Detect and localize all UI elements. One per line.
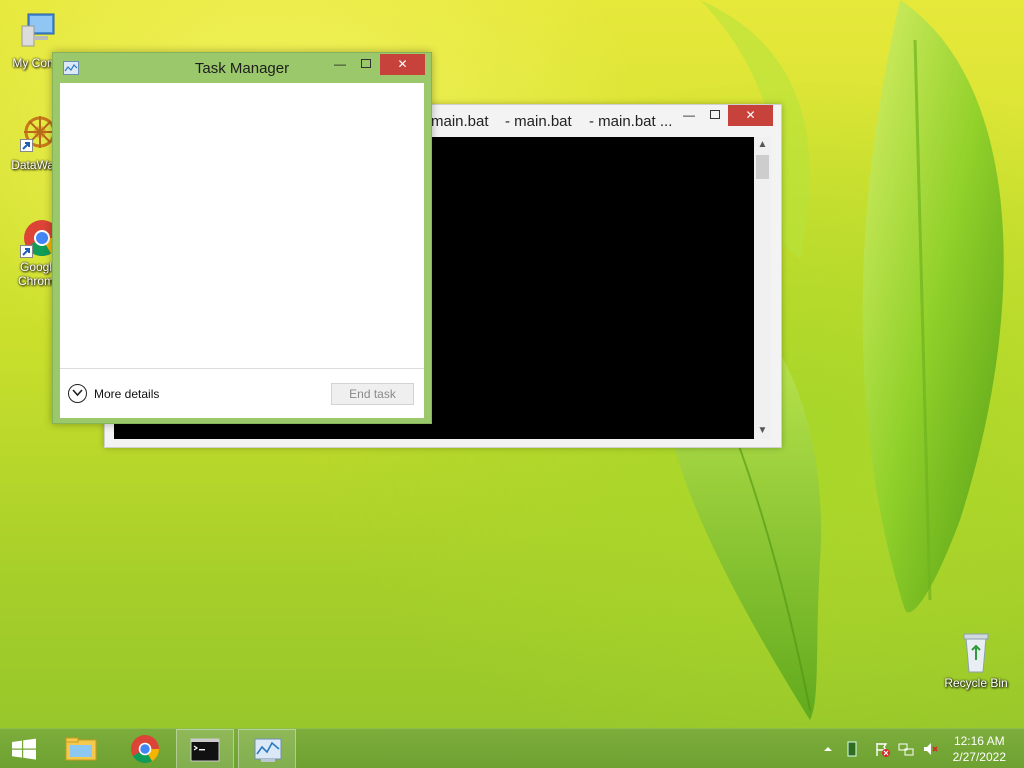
taskbar: 12:16 AM 2/27/2022 bbox=[0, 728, 1024, 768]
taskbar-chrome[interactable] bbox=[120, 729, 170, 768]
volume-muted-icon[interactable] bbox=[922, 741, 938, 757]
taskbar-clock[interactable]: 12:16 AM 2/27/2022 bbox=[953, 733, 1006, 765]
scroll-up-icon[interactable]: ▲ bbox=[754, 137, 771, 153]
taskbar-task-manager[interactable] bbox=[238, 729, 296, 768]
console-title-segment: - main.bat ... bbox=[589, 113, 673, 130]
process-list[interactable] bbox=[60, 83, 424, 368]
desktop-icon-recycle-bin[interactable]: Recycle Bin bbox=[942, 630, 1010, 690]
chevron-down-icon bbox=[68, 384, 87, 403]
task-manager-icon bbox=[254, 738, 282, 762]
minimize-button[interactable]: — bbox=[327, 54, 353, 75]
close-button[interactable]: ✕ bbox=[380, 54, 425, 75]
end-task-button[interactable]: End task bbox=[331, 383, 414, 405]
desktop-icon-label: Recycle Bin bbox=[944, 676, 1008, 690]
console-title-segment: main.bat bbox=[431, 113, 489, 130]
network-icon[interactable] bbox=[898, 741, 914, 757]
computer-icon bbox=[16, 10, 60, 54]
maximize-button[interactable] bbox=[353, 54, 379, 75]
start-button[interactable] bbox=[0, 729, 48, 768]
file-explorer-icon bbox=[65, 737, 97, 761]
taskbar-command-prompt[interactable] bbox=[176, 729, 234, 768]
shortcut-arrow-icon bbox=[20, 245, 33, 258]
task-manager-content: More details End task bbox=[60, 83, 424, 418]
command-prompt-icon bbox=[190, 738, 220, 762]
action-center-flag-icon[interactable] bbox=[874, 741, 890, 757]
chrome-icon bbox=[131, 735, 159, 763]
close-button[interactable]: ✕ bbox=[728, 105, 773, 126]
clock-date: 2/27/2022 bbox=[952, 750, 1006, 764]
taskbar-file-explorer[interactable] bbox=[56, 729, 106, 768]
maximize-icon bbox=[361, 59, 371, 68]
vertical-scrollbar[interactable]: ▲ ▼ bbox=[754, 137, 771, 439]
windows-logo-icon bbox=[12, 738, 36, 760]
shortcut-arrow-icon bbox=[20, 139, 33, 152]
battery-icon[interactable] bbox=[844, 741, 860, 757]
minimize-button[interactable]: — bbox=[676, 105, 702, 126]
show-hidden-icons-arrow-icon[interactable] bbox=[820, 741, 836, 757]
clock-time: 12:16 AM bbox=[953, 734, 1005, 748]
scrollbar-thumb[interactable] bbox=[756, 155, 769, 179]
more-details-button[interactable]: More details bbox=[68, 384, 159, 403]
task-manager-window[interactable]: Task Manager — ✕ More details End task bbox=[52, 52, 432, 424]
scroll-down-icon[interactable]: ▼ bbox=[754, 423, 771, 439]
maximize-icon bbox=[710, 110, 720, 119]
recycle-bin-icon bbox=[954, 630, 998, 674]
maximize-button[interactable] bbox=[702, 105, 728, 126]
console-title-segment: - main.bat bbox=[505, 113, 572, 130]
task-manager-footer: More details End task bbox=[60, 368, 424, 418]
more-details-label: More details bbox=[94, 386, 160, 401]
